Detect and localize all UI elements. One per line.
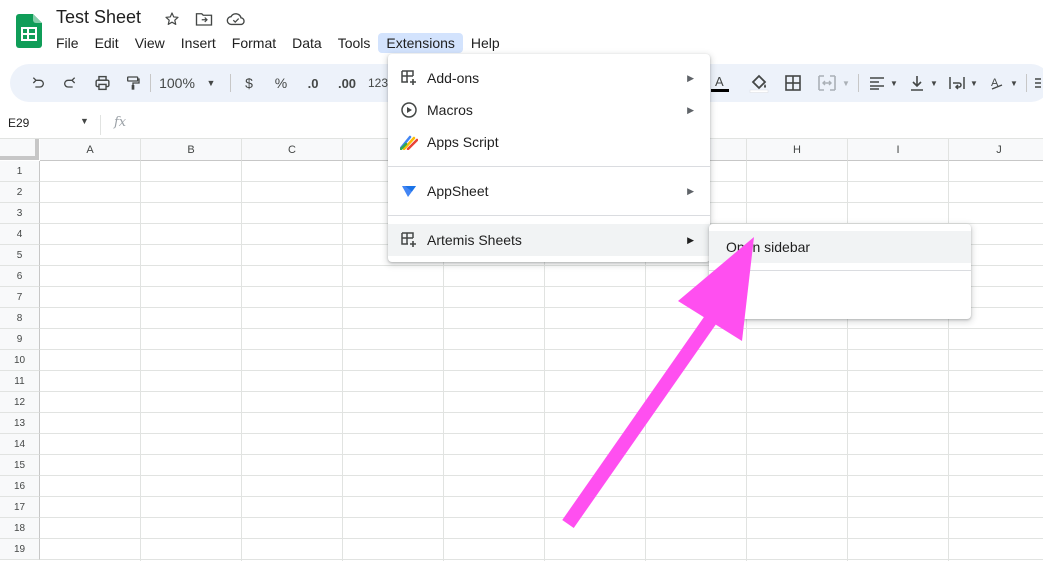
merge-cells-icon[interactable] (814, 64, 840, 102)
increase-decimals-button[interactable]: .00 (333, 64, 361, 102)
submenu-item-label: p (739, 289, 747, 305)
row-header-16[interactable]: 16 (0, 476, 40, 497)
row-header-7[interactable]: 7 (0, 287, 40, 308)
star-icon[interactable] (162, 9, 182, 29)
row-header-1[interactable]: 1 (0, 161, 40, 182)
row-header-8[interactable]: 8 (0, 308, 40, 329)
row-header-19[interactable]: 19 (0, 539, 40, 560)
row-header-14[interactable]: 14 (0, 434, 40, 455)
name-box-chevron-down-icon[interactable]: ▼ (80, 116, 89, 126)
more-formatting-icon[interactable] (1032, 64, 1043, 102)
row-header-2[interactable]: 2 (0, 182, 40, 203)
row-header-11[interactable]: 11 (0, 371, 40, 392)
menubar: File Edit View Insert Format Data Tools … (48, 32, 508, 54)
menu-item-artemis-sheets[interactable]: Artemis Sheets ▶ (388, 224, 710, 256)
menu-item-label: Macros (427, 102, 473, 118)
row-header-13[interactable]: 13 (0, 413, 40, 434)
name-box[interactable]: E29 (8, 116, 29, 130)
zoom-select[interactable]: 100% (154, 64, 200, 102)
document-title[interactable]: Test Sheet (56, 7, 141, 28)
extensions-menu: Add-ons ▶ Macros ▶ Apps Script AppSheet … (388, 54, 710, 262)
column-header-b[interactable]: B (141, 139, 242, 161)
column-header-i[interactable]: I (848, 139, 949, 161)
play-circle-icon (400, 101, 418, 119)
paint-format-icon[interactable] (121, 64, 145, 102)
undo-icon[interactable] (26, 64, 50, 102)
row-header-5[interactable]: 5 (0, 245, 40, 266)
row-header-6[interactable]: 6 (0, 266, 40, 287)
row-header-4[interactable]: 4 (0, 224, 40, 245)
submenu-arrow-icon: ▶ (687, 185, 694, 196)
print-icon[interactable] (90, 64, 114, 102)
formula-divider (100, 115, 101, 135)
menu-file[interactable]: File (48, 33, 87, 53)
menu-view[interactable]: View (127, 33, 173, 53)
addon-icon (400, 231, 418, 249)
menu-extensions[interactable]: Extensions (378, 33, 463, 53)
vertical-align-icon[interactable] (906, 64, 928, 102)
submenu-arrow-icon: ▶ (687, 234, 694, 245)
menu-edit[interactable]: Edit (87, 33, 127, 53)
menu-insert[interactable]: Insert (173, 33, 224, 53)
menu-help[interactable]: Help (463, 33, 508, 53)
text-wrap-icon[interactable] (946, 64, 968, 102)
cloud-saved-icon[interactable] (226, 9, 246, 29)
addon-icon (400, 69, 418, 87)
number-format-button[interactable]: 123 (366, 64, 390, 102)
menu-tools[interactable]: Tools (330, 33, 379, 53)
submenu-item-help[interactable]: p (709, 281, 971, 313)
apps-script-icon (400, 133, 418, 151)
appsheet-icon (400, 182, 418, 200)
menu-item-label: Add-ons (427, 70, 480, 86)
percent-button[interactable]: % (270, 64, 292, 102)
row-header-18[interactable]: 18 (0, 518, 40, 539)
valign-chevron-down-icon[interactable]: ▼ (928, 64, 940, 102)
fill-color-icon[interactable] (748, 64, 770, 102)
merge-chevron-down-icon[interactable]: ▼ (840, 64, 852, 102)
menu-item-appsheet[interactable]: AppSheet ▶ (388, 175, 710, 207)
wrap-chevron-down-icon[interactable]: ▼ (968, 64, 980, 102)
row-header-17[interactable]: 17 (0, 497, 40, 518)
menu-item-apps-script[interactable]: Apps Script (388, 126, 710, 158)
menu-divider (709, 270, 971, 271)
halign-chevron-down-icon[interactable]: ▼ (888, 64, 900, 102)
redo-icon[interactable] (58, 64, 82, 102)
decrease-decimals-button[interactable]: .0 (301, 64, 325, 102)
row-header-10[interactable]: 10 (0, 350, 40, 371)
menu-item-label: Apps Script (427, 134, 499, 150)
submenu-item-label: Open sidebar (726, 239, 811, 255)
svg-text:A: A (715, 74, 724, 89)
row-header-12[interactable]: 12 (0, 392, 40, 413)
column-header-j[interactable]: J (949, 139, 1043, 161)
menu-format[interactable]: Format (224, 33, 284, 53)
text-rotation-icon[interactable]: A (986, 64, 1008, 102)
submenu-arrow-icon: ▶ (687, 104, 694, 115)
submenu-item-open-sidebar[interactable]: Open sidebar (709, 231, 971, 263)
move-folder-icon[interactable] (194, 9, 214, 29)
row-header-3[interactable]: 3 (0, 203, 40, 224)
row-header-15[interactable]: 15 (0, 455, 40, 476)
artemis-submenu: Open sidebar p (709, 224, 971, 319)
borders-icon[interactable] (782, 64, 804, 102)
menu-divider (388, 166, 710, 167)
menu-data[interactable]: Data (284, 33, 330, 53)
rotation-chevron-down-icon[interactable]: ▼ (1008, 64, 1020, 102)
horizontal-align-icon[interactable] (866, 64, 888, 102)
menu-item-label: AppSheet (427, 183, 489, 199)
fx-icon: fx (114, 115, 127, 130)
menu-divider (388, 215, 710, 216)
column-header-a[interactable]: A (40, 139, 141, 161)
sheets-logo-icon[interactable] (16, 14, 42, 48)
zoom-chevron-down-icon[interactable]: ▼ (204, 64, 218, 102)
row-header-9[interactable]: 9 (0, 329, 40, 350)
select-all-corner[interactable] (0, 139, 39, 160)
currency-button[interactable]: $ (238, 64, 260, 102)
menu-item-macros[interactable]: Macros ▶ (388, 94, 710, 126)
text-color-icon[interactable]: A (710, 64, 730, 102)
menu-item-label: Artemis Sheets (427, 232, 522, 248)
submenu-arrow-icon: ▶ (687, 72, 694, 83)
column-header-c[interactable]: C (242, 139, 343, 161)
menu-item-add-ons[interactable]: Add-ons ▶ (388, 62, 710, 94)
column-header-h[interactable]: H (747, 139, 848, 161)
